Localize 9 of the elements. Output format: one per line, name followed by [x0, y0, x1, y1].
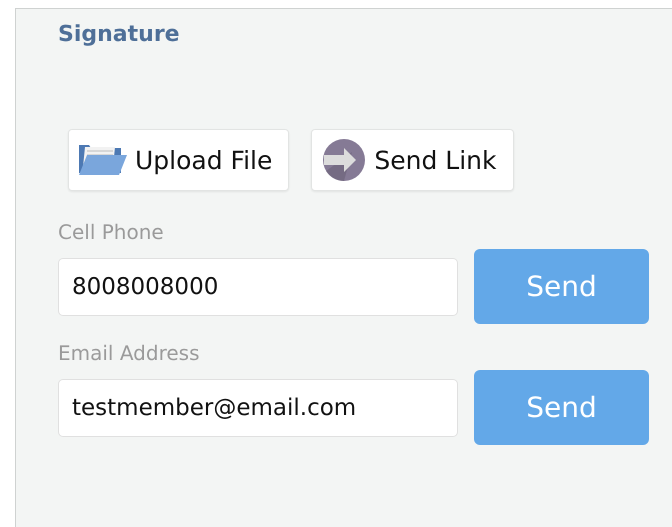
upload-file-button[interactable]: Upload File — [68, 129, 290, 191]
field-label: Email Address — [58, 340, 200, 366]
input-field[interactable]: 8008008000 — [58, 258, 458, 316]
section-title: Signature — [58, 21, 181, 49]
send-link-button[interactable]: Send Link — [311, 129, 514, 191]
folder-icon — [77, 143, 127, 177]
field-label: Cell Phone — [58, 219, 165, 245]
input-field[interactable]: testmember@email.com — [58, 378, 458, 436]
arrow-circle-icon — [322, 138, 366, 182]
